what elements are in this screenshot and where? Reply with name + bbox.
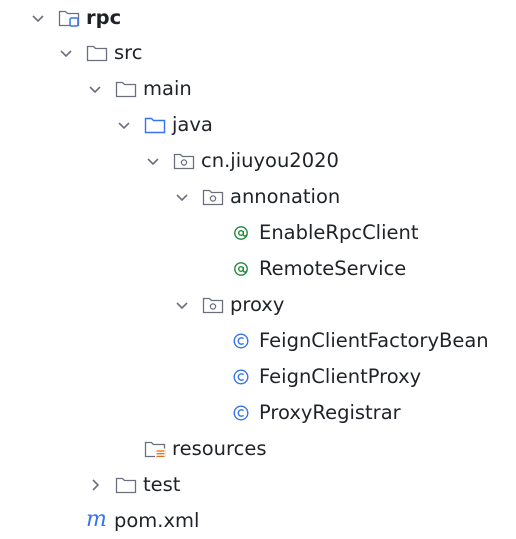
tree-node-label: ProxyRegistrar [259,401,401,424]
tree-node-label: java [172,113,213,136]
annotation-icon [234,226,248,240]
chevron-down-icon[interactable] [116,117,132,133]
tree-node-resources[interactable]: resources [0,431,516,467]
class-icon [233,333,249,349]
folder-icon [115,81,137,98]
chevron-down-icon[interactable] [30,10,46,26]
tree-node-label: annonation [230,185,341,208]
tree-node-label: src [114,41,143,64]
tree-node-label: cn.jiuyou2020 [201,149,339,172]
tree-node-label: proxy [230,293,285,316]
package-icon [202,297,224,314]
tree-node-label: RemoteService [259,257,407,280]
source-root-folder-icon [144,117,166,134]
tree-node-label: resources [172,437,267,460]
chevron-down-icon[interactable] [87,81,103,97]
maven-icon: m [86,507,107,532]
folder-icon [115,477,137,494]
tree-node-package[interactable]: cn.jiuyou2020 [0,143,516,179]
tree-node-label: main [143,77,192,100]
tree-node-enable-rpc-client[interactable]: EnableRpcClient [0,215,516,251]
class-icon [233,369,249,385]
tree-node-proxy[interactable]: proxy [0,287,516,323]
tree-node-java[interactable]: java [0,107,516,143]
project-tree: rpc src main java cn.jiuyou2020 annonati… [0,0,516,538]
class-icon [233,405,249,421]
tree-node-label: FeignClientProxy [259,365,422,388]
tree-node-main[interactable]: main [0,71,516,107]
package-icon [202,189,224,206]
tree-node-feign-client-factory-bean[interactable]: FeignClientFactoryBean [0,323,516,359]
module-folder-icon [58,10,80,27]
tree-node-label: rpc [86,6,122,29]
chevron-down-icon[interactable] [58,45,74,61]
chevron-down-icon[interactable] [174,297,190,313]
tree-node-test[interactable]: test [0,467,516,503]
annotation-icon [234,262,248,276]
tree-node-label: pom.xml [114,509,200,532]
tree-node-pom[interactable]: m pom.xml [0,503,516,539]
tree-node-src[interactable]: src [0,35,516,71]
resources-folder-icon [144,441,166,459]
tree-node-proxy-registrar[interactable]: ProxyRegistrar [0,395,516,431]
chevron-right-icon[interactable] [87,477,103,493]
tree-node-rpc[interactable]: rpc [0,0,516,36]
chevron-down-icon[interactable] [145,153,161,169]
package-icon [173,153,195,170]
tree-node-label: test [143,473,181,496]
tree-node-label: FeignClientFactoryBean [259,329,489,352]
tree-node-annonation[interactable]: annonation [0,179,516,215]
chevron-down-icon[interactable] [174,189,190,205]
tree-node-label: EnableRpcClient [259,221,419,244]
folder-icon [86,45,108,62]
tree-node-remote-service[interactable]: RemoteService [0,251,516,287]
tree-node-feign-client-proxy[interactable]: FeignClientProxy [0,359,516,395]
